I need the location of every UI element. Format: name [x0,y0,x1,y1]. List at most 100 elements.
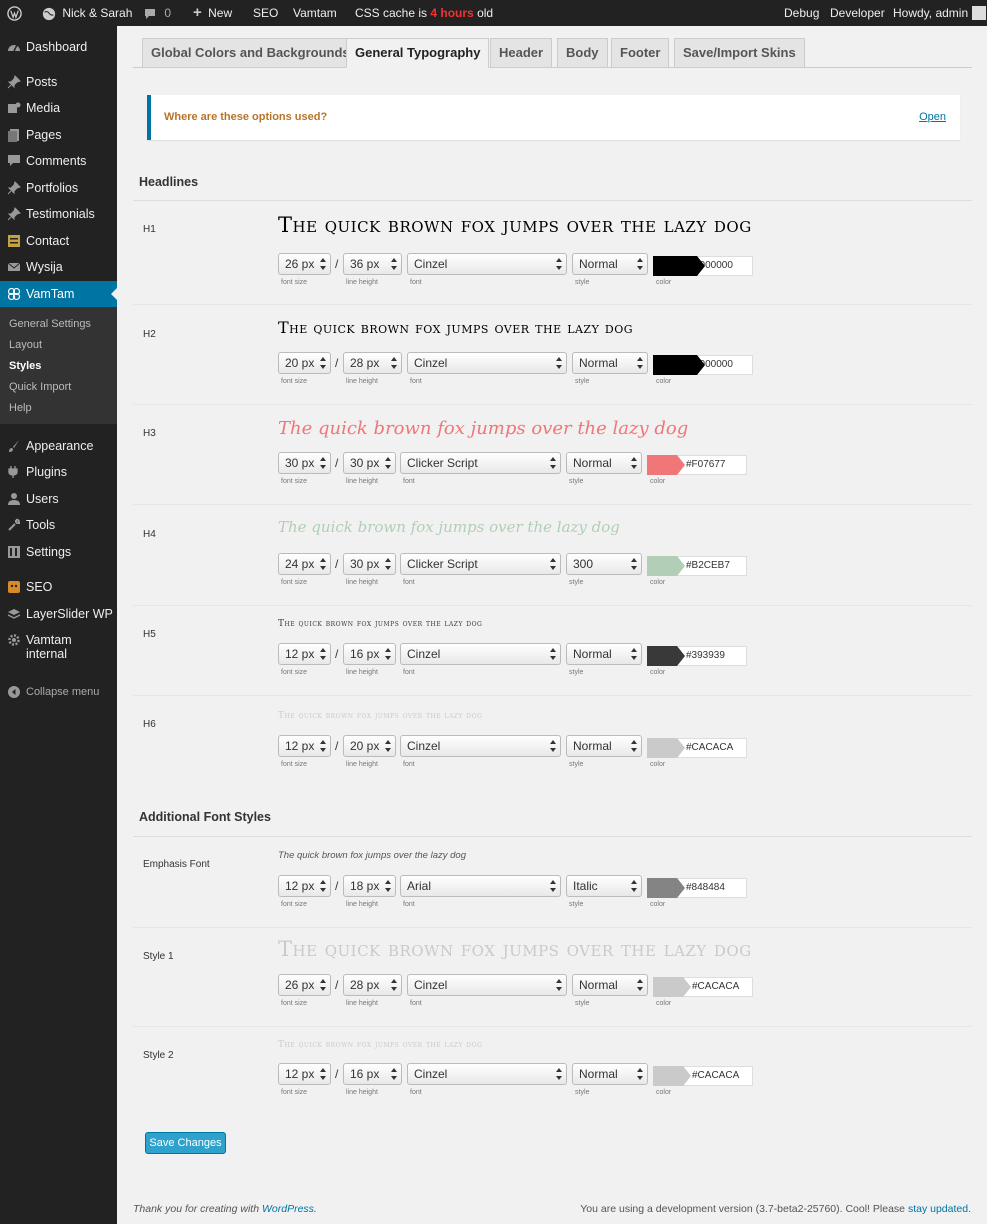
submenu-general-settings[interactable]: General Settings [9,316,91,332]
color-swatch-emphasis[interactable] [647,878,685,898]
style-select-h1[interactable]: Normal [572,253,648,275]
line-height-select-style-2[interactable]: 16 px [343,1063,402,1085]
font-size-select-h3[interactable]: 30 px [278,452,331,474]
sidebar-item-layerslider[interactable]: LayerSlider WP [0,601,117,627]
select-value: Clicker Script [407,456,478,470]
sidebar-item-appearance[interactable]: Appearance [0,433,117,459]
select-arrows-icon [385,739,392,753]
collapse-menu-button[interactable]: Collapse menu [0,679,117,705]
sidebar-item-contact[interactable]: Contact [0,228,117,254]
style-select-style-1[interactable]: Normal [572,974,648,996]
tab-footer[interactable]: Footer [611,38,670,68]
line-height-select-h3[interactable]: 30 px [343,452,396,474]
font-select-h6[interactable]: Cinzel [400,735,561,757]
sidebar-item-comments[interactable]: Comments [0,148,117,174]
color-swatch-style-2[interactable] [653,1066,691,1086]
new-content-link[interactable]: + New [193,0,232,26]
font-select-h2[interactable]: Cinzel [407,352,567,374]
line-height-select-style-1[interactable]: 28 px [343,974,402,996]
tab-body[interactable]: Body [557,38,608,68]
line-height-select-h1[interactable]: 36 px [343,253,402,275]
wordpress-link[interactable]: WordPress [262,1203,314,1215]
line-height-select-h2[interactable]: 28 px [343,352,402,374]
style-select-h2[interactable]: Normal [572,352,648,374]
account-menu[interactable]: Howdy, admin [893,0,987,26]
color-swatch-h4[interactable] [647,556,685,576]
vamtam-link[interactable]: Vamtam [293,0,337,26]
sidebar-item-vamtam[interactable]: VamTam [0,281,117,307]
developer-link[interactable]: Developer [830,0,885,26]
font-select-style-1[interactable]: Cinzel [407,974,567,996]
sidebar-item-tools[interactable]: Tools [0,512,117,538]
wordpress-logo-icon[interactable] [7,0,22,26]
style-select-h6[interactable]: Normal [566,735,642,757]
row-label-h2: H2 [143,329,156,340]
line-height-select-h4[interactable]: 30 px [343,553,396,575]
seo-link[interactable]: SEO [253,0,278,26]
sidebar-item-media[interactable]: Media [0,95,117,121]
line-height-select-h6[interactable]: 20 px [343,735,396,757]
font-size-select-h5[interactable]: 12 px [278,643,331,665]
sidebar-item-vamtam-internal[interactable]: Vamtam internal [0,627,117,663]
style-select-h3[interactable]: Normal [566,452,642,474]
sidebar-item-wysija[interactable]: Wysija [0,254,117,280]
font-size-select-style-1[interactable]: 26 px [278,974,331,996]
row-label-style-1: Style 1 [143,951,174,962]
select-arrows-icon [550,739,557,753]
stay-updated-link[interactable]: stay updated [908,1203,968,1215]
style-select-style-2[interactable]: Normal [572,1063,648,1085]
font-size-select-h1[interactable]: 26 px [278,253,331,275]
select-value: Normal [573,456,612,470]
submenu-layout[interactable]: Layout [9,337,42,353]
css-cache-status[interactable]: CSS cache is 4 hours old [355,0,493,26]
sidebar-item-dashboard[interactable]: Dashboard [0,34,117,60]
font-size-select-emphasis[interactable]: 12 px [278,875,331,897]
notice-open-link[interactable]: Open [919,111,946,123]
font-select-h4[interactable]: Clicker Script [400,553,561,575]
color-swatch-h2[interactable] [653,355,705,375]
caption-style: style [569,579,584,586]
sidebar-item-pages[interactable]: Pages [0,122,117,148]
site-name-link[interactable]: Nick & Sarah [42,0,132,26]
font-select-h3[interactable]: Clicker Script [400,452,561,474]
style-select-h5[interactable]: Normal [566,643,642,665]
font-size-select-style-2[interactable]: 12 px [278,1063,331,1085]
font-select-style-2[interactable]: Cinzel [407,1063,567,1085]
style-select-emphasis[interactable]: Italic [566,875,642,897]
save-changes-button[interactable]: Save Changes [145,1132,226,1154]
line-height-select-h5[interactable]: 16 px [343,643,396,665]
caption-color: color [650,579,666,586]
settings-sliders-icon [8,546,20,558]
comments-link[interactable]: 0 [144,0,171,26]
line-height-select-emphasis[interactable]: 18 px [343,875,396,897]
submenu-styles[interactable]: Styles [9,358,41,374]
color-swatch-h1[interactable] [653,256,705,276]
sidebar-item-seo[interactable]: SEO [0,574,117,600]
color-swatch-h6[interactable] [647,738,685,758]
color-swatch-style-1[interactable] [653,977,691,997]
sidebar-item-posts[interactable]: Posts [0,69,117,95]
color-swatch-h3[interactable] [647,455,685,475]
tab-header[interactable]: Header [490,38,553,68]
font-select-h5[interactable]: Cinzel [400,643,561,665]
select-value: Cinzel [414,978,448,992]
tab-save-import-skins[interactable]: Save/Import Skins [674,38,805,68]
select-value: Cinzel [414,257,448,271]
submenu-help[interactable]: Help [9,400,32,416]
submenu-quick-import[interactable]: Quick Import [9,379,71,395]
tab-global-colors[interactable]: Global Colors and Backgrounds [142,38,359,68]
font-select-emphasis[interactable]: Arial [400,875,561,897]
font-size-select-h6[interactable]: 12 px [278,735,331,757]
tab-general-typography[interactable]: General Typography [346,38,490,68]
sidebar-item-settings[interactable]: Settings [0,539,117,565]
font-size-select-h2[interactable]: 20 px [278,352,331,374]
sidebar-item-testimonials[interactable]: Testimonials [0,201,117,227]
style-select-h4[interactable]: 300 [566,553,642,575]
color-swatch-h5[interactable] [647,646,685,666]
font-select-h1[interactable]: Cinzel [407,253,567,275]
sidebar-item-portfolios[interactable]: Portfolios [0,175,117,201]
sidebar-item-users[interactable]: Users [0,486,117,512]
debug-link[interactable]: Debug [784,0,819,26]
font-size-select-h4[interactable]: 24 px [278,553,331,575]
sidebar-item-plugins[interactable]: Plugins [0,459,117,485]
